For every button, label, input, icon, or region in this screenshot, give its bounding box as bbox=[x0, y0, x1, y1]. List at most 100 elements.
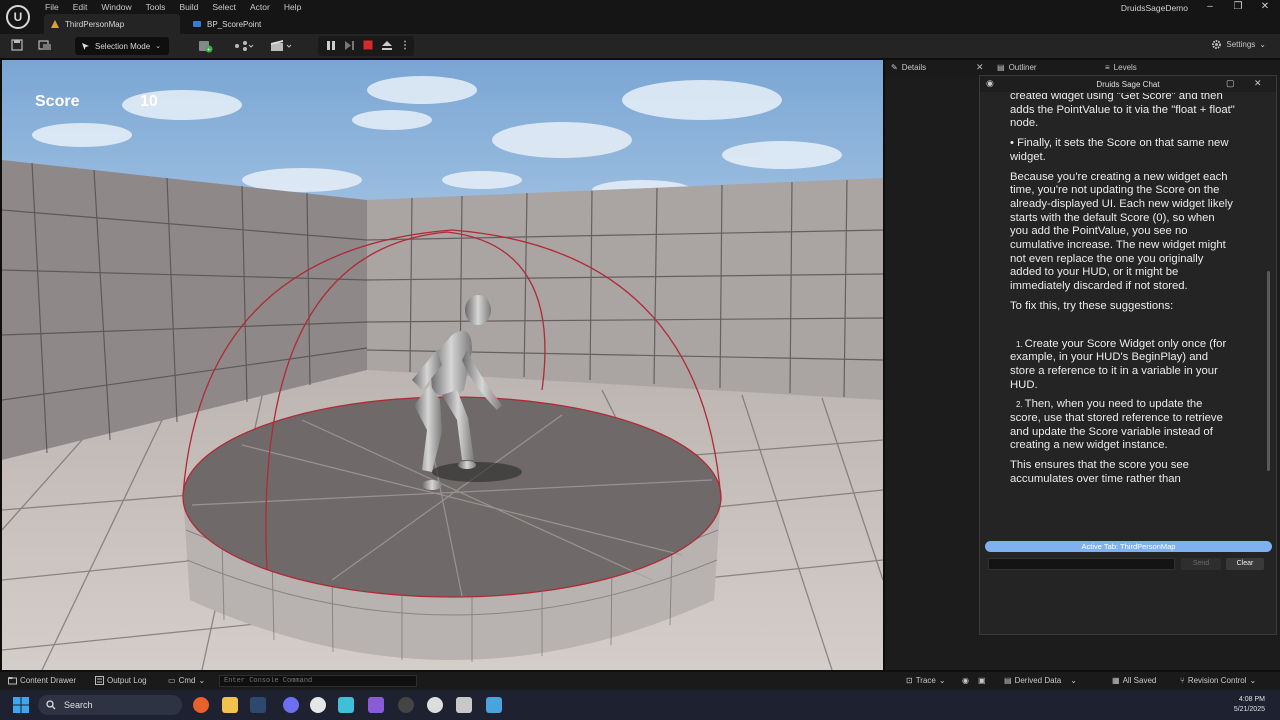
unreal-editor-window: U File Edit Window Tools Build Select Ac… bbox=[0, 0, 1280, 720]
menu-build[interactable]: Build bbox=[178, 1, 204, 14]
active-tab-indicator: Active Tab: ThirdPersonMap bbox=[985, 541, 1272, 552]
menu-edit[interactable]: Edit bbox=[72, 1, 94, 14]
eject-icon[interactable] bbox=[380, 39, 394, 53]
search-label: Search bbox=[64, 700, 93, 710]
menu-select[interactable]: Select bbox=[211, 1, 242, 14]
trace-dropdown[interactable]: ⊡ Trace ⌄ bbox=[906, 676, 946, 685]
chevron-down-icon: ⌄ bbox=[1070, 676, 1077, 685]
output-log-button[interactable]: Output Log bbox=[95, 676, 147, 685]
maximize-icon[interactable]: ❐ bbox=[1230, 1, 1246, 12]
discord-icon[interactable] bbox=[283, 697, 299, 713]
maximize-chat-icon[interactable]: ▢ bbox=[1226, 78, 1235, 89]
level-icon bbox=[51, 20, 59, 28]
save-icon[interactable] bbox=[10, 39, 24, 53]
chat-paragraph: Because you're creating a new widget eac… bbox=[1010, 170, 1233, 293]
tab-label: ThirdPersonMap bbox=[65, 19, 125, 29]
snapshot-icon[interactable]: ▣ bbox=[978, 676, 986, 685]
close-chat-icon[interactable]: ✕ bbox=[1254, 78, 1262, 89]
revision-control-label: Revision Control bbox=[1187, 676, 1247, 685]
chat-paragraph: This ensures that the score you see accu… bbox=[1010, 459, 1189, 485]
cmd-label: Cmd bbox=[178, 676, 196, 685]
taskbar-search[interactable]: Search bbox=[38, 695, 182, 715]
more-options-icon[interactable] bbox=[398, 39, 412, 53]
console-command-input[interactable] bbox=[219, 675, 417, 687]
chevron-down-icon: ⌄ bbox=[155, 43, 162, 50]
chat-messages[interactable]: created widget using "Get Score" and the… bbox=[1010, 93, 1236, 540]
revision-control-icon: ⑂ bbox=[1180, 676, 1185, 685]
skip-frame-icon[interactable] bbox=[342, 39, 356, 53]
chat-header: ◉ Druids Sage Chat ▢ ✕ bbox=[980, 76, 1276, 92]
minimize-icon[interactable]: – bbox=[1202, 1, 1218, 12]
tab-details-label: Details bbox=[901, 63, 927, 72]
menu-actor[interactable]: Actor bbox=[249, 1, 276, 14]
chat-paragraph: • Finally, it sets the Score on that sam… bbox=[1010, 137, 1229, 163]
send-button[interactable]: Send bbox=[1181, 558, 1221, 570]
all-saved-button[interactable]: ▦ All Saved bbox=[1112, 676, 1156, 685]
derived-data-dropdown[interactable]: ▤ Derived Data ⌄ bbox=[1004, 676, 1077, 685]
blueprint-icon bbox=[193, 21, 201, 27]
source-control-icon[interactable] bbox=[38, 39, 52, 53]
chat-list-item: 2. Then, when you need to update the scor… bbox=[1010, 398, 1236, 453]
close-icon[interactable]: ✕ bbox=[1257, 1, 1273, 12]
tab-levels-label: Levels bbox=[1113, 63, 1137, 72]
content-drawer-label: Content Drawer bbox=[20, 676, 77, 685]
app-icon[interactable] bbox=[338, 697, 354, 713]
cinematics-menu-icon[interactable] bbox=[268, 39, 294, 53]
clear-button[interactable]: Clear bbox=[1226, 558, 1264, 570]
tab-details[interactable]: ✎ Details bbox=[891, 63, 926, 72]
revision-control-dropdown[interactable]: ⑂ Revision Control ⌄ bbox=[1180, 676, 1256, 685]
cmd-dropdown[interactable]: ▭ Cmd ⌄ bbox=[168, 676, 205, 685]
unreal-logo-icon[interactable]: U bbox=[6, 5, 30, 29]
druids-sage-chat-window: ◉ Druids Sage Chat ▢ ✕ created widget us… bbox=[979, 75, 1277, 635]
cursor-icon bbox=[82, 42, 89, 50]
chrome-icon[interactable] bbox=[310, 697, 326, 713]
chat-input[interactable] bbox=[988, 558, 1175, 570]
list-text: Then, when you need to update the score,… bbox=[1010, 398, 1223, 452]
file-explorer-icon[interactable] bbox=[222, 697, 238, 713]
output-log-icon bbox=[95, 676, 104, 685]
chat-scrollbar[interactable] bbox=[1267, 271, 1270, 471]
notepad-icon[interactable] bbox=[486, 697, 502, 713]
pause-icon[interactable] bbox=[324, 39, 338, 53]
tab-levels[interactable]: ≡ Levels bbox=[1105, 63, 1137, 72]
github-icon[interactable] bbox=[398, 697, 414, 713]
level-viewport[interactable]: Score 10 bbox=[2, 60, 883, 670]
tab-bp-score-point[interactable]: BP_ScorePoint bbox=[186, 14, 306, 34]
visual-studio-icon[interactable] bbox=[368, 697, 384, 713]
project-name: DruidsSageDemo bbox=[1120, 3, 1188, 13]
viewport-scene bbox=[2, 60, 883, 670]
add-actor-icon[interactable]: + bbox=[196, 39, 218, 54]
menu-tools[interactable]: Tools bbox=[145, 1, 172, 14]
terminal-icon: ▭ bbox=[168, 676, 176, 685]
details-panel bbox=[885, 77, 978, 670]
content-drawer-button[interactable]: Content Drawer bbox=[8, 676, 76, 685]
search-icon bbox=[46, 700, 56, 710]
stop-icon[interactable] bbox=[361, 39, 375, 53]
svg-text:+: + bbox=[207, 48, 211, 54]
menu-window[interactable]: Window bbox=[100, 1, 137, 14]
windows-start-icon[interactable] bbox=[13, 697, 29, 713]
details-icon: ✎ bbox=[891, 63, 898, 72]
close-details-icon[interactable]: ✕ bbox=[976, 62, 984, 73]
menu-file[interactable]: File bbox=[44, 1, 65, 14]
settings-button[interactable]: Settings ⌄ bbox=[1211, 39, 1266, 50]
selection-mode-dropdown[interactable]: Selection Mode ⌄ bbox=[75, 37, 169, 55]
record-icon[interactable]: ◉ bbox=[962, 676, 969, 685]
content-drawer-icon bbox=[8, 677, 17, 685]
unreal-taskbar-icon[interactable] bbox=[427, 697, 443, 713]
list-text: Create your Score Widget only once (for … bbox=[1010, 337, 1227, 391]
menu-help[interactable]: Help bbox=[283, 1, 307, 14]
chevron-down-icon: ⌄ bbox=[938, 676, 946, 685]
firefox-icon[interactable] bbox=[193, 697, 209, 713]
blueprints-menu-icon[interactable] bbox=[232, 39, 256, 53]
tab-third-person-map[interactable]: ThirdPersonMap bbox=[44, 14, 180, 34]
system-clock[interactable]: 4:08 PM 5/21/2025 bbox=[1234, 695, 1265, 715]
tab-outliner[interactable]: ▤ Outliner bbox=[997, 63, 1037, 72]
score-label: Score bbox=[35, 93, 80, 110]
chevron-down-icon: ⌄ bbox=[1249, 676, 1257, 685]
clock-date: 5/21/2025 bbox=[1233, 706, 1265, 713]
snipping-tool-icon[interactable] bbox=[456, 697, 472, 713]
settings-label: Settings bbox=[1226, 40, 1256, 49]
chevron-down-icon: ⌄ bbox=[1259, 40, 1266, 49]
steam-icon[interactable] bbox=[250, 697, 266, 713]
